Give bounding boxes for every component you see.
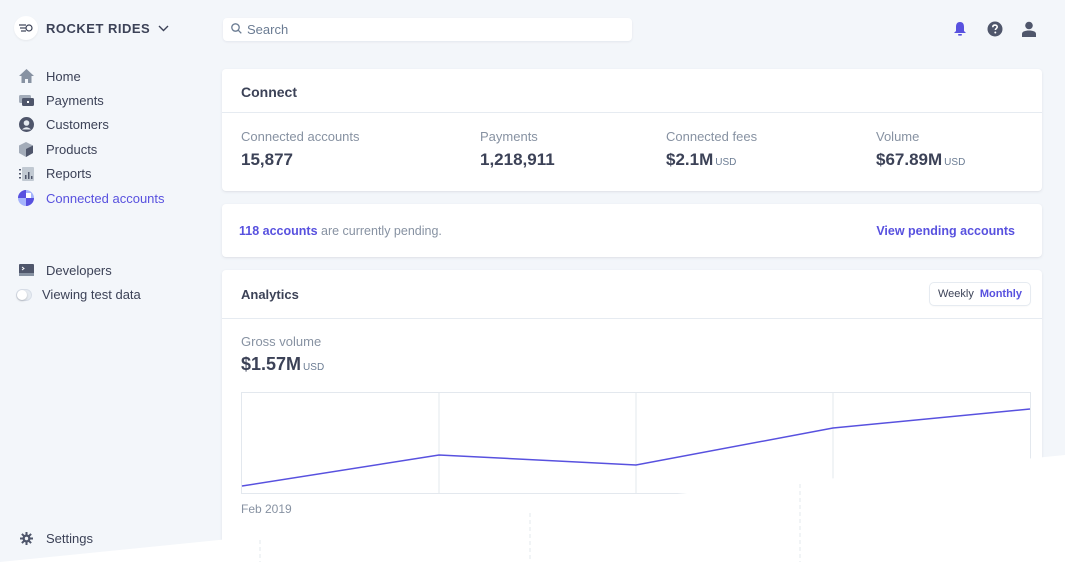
sidebar-item-settings[interactable]: Settings: [18, 526, 93, 550]
search-icon: [231, 21, 242, 39]
stat-value: 1,218,911: [480, 150, 555, 169]
brand-name: ROCKET RIDES: [46, 20, 151, 36]
pending-message: 118 accounts are currently pending.: [239, 224, 442, 238]
reports-icon: [18, 166, 34, 182]
user-icon[interactable]: [1021, 21, 1037, 37]
connect-title: Connect: [222, 69, 1042, 113]
sidebar-item-reports[interactable]: Reports: [18, 162, 165, 186]
connect-card: Connect Connected accounts 15,877 Paymen…: [222, 69, 1042, 191]
primary-nav: Home Payments Customers Products Reports…: [18, 64, 165, 210]
sidebar-item-products[interactable]: Products: [18, 137, 165, 161]
sidebar-item-label: Developers: [46, 262, 112, 278]
stat-payments: Payments 1,218,911: [480, 129, 555, 170]
test-data-toggle[interactable]: Viewing test data: [16, 282, 141, 306]
sidebar-item-payments[interactable]: Payments: [18, 88, 165, 112]
connected-accounts-icon: [18, 190, 34, 207]
x-tick-label: Feb 2019: [241, 502, 292, 516]
stat-value: $67.89M USD: [876, 150, 966, 169]
currency-unit: USD: [944, 157, 966, 168]
pending-text: are currently pending.: [317, 224, 442, 238]
sidebar-item-connected-accounts[interactable]: Connected accounts: [18, 186, 165, 210]
toggle-switch[interactable]: [16, 287, 32, 303]
stat-value: $2.1M USD: [666, 150, 737, 169]
sidebar-item-label: Payments: [46, 93, 104, 109]
view-pending-accounts-link[interactable]: View pending accounts: [876, 224, 1015, 238]
products-icon: [18, 141, 34, 157]
sidebar-item-label: Products: [46, 141, 98, 157]
stat-connected-fees: Connected fees $2.1M USD: [666, 129, 757, 170]
sidebar-item-label: Connected accounts: [46, 190, 165, 206]
rocket-rides-logo-icon: [14, 16, 38, 40]
gear-icon: [18, 530, 34, 546]
analytics-header: Analytics Weekly Monthly: [222, 270, 1042, 319]
pending-count-link[interactable]: 118 accounts: [239, 224, 318, 238]
terminal-icon: [18, 262, 34, 278]
search-input[interactable]: [247, 22, 617, 37]
connect-stats: Connected accounts 15,877 Payments 1,218…: [222, 113, 1042, 191]
currency-unit: USD: [303, 362, 325, 373]
customers-icon: [18, 117, 34, 133]
sidebar-item-home[interactable]: Home: [18, 64, 165, 88]
sidebar-item-label: Home: [46, 68, 81, 84]
analytics-card: Analytics Weekly Monthly Gross volume $1…: [222, 270, 1042, 562]
sidebar-item-label: Settings: [46, 530, 93, 546]
payments-icon: [18, 93, 34, 109]
stat-value: 15,877: [241, 150, 293, 169]
sidebar-item-label: Viewing test data: [42, 287, 141, 303]
stat-label: Payments: [480, 129, 538, 144]
sidebar: ROCKET RIDES Home Payments Customers Pro…: [0, 0, 210, 562]
sidebar-item-label: Customers: [46, 117, 109, 133]
settings-nav: Settings: [18, 526, 93, 550]
home-icon: [18, 68, 34, 84]
chevron-down-icon: [158, 25, 169, 32]
metric-label: Gross volume: [241, 334, 322, 349]
gross-volume-chart: [241, 392, 1031, 494]
metric-value: $1.57M USD: [241, 354, 325, 374]
stat-label: Volume: [876, 129, 920, 144]
sidebar-item-developers[interactable]: Developers: [18, 258, 141, 282]
stat-label: Connected accounts: [241, 129, 360, 144]
stat-label: Connected fees: [666, 129, 758, 144]
account-switcher[interactable]: ROCKET RIDES: [14, 16, 169, 40]
help-icon[interactable]: [987, 21, 1003, 37]
pending-accounts-banner: 118 accounts are currently pending. View…: [222, 204, 1042, 257]
top-bar-actions: [953, 21, 1037, 37]
bell-icon[interactable]: [953, 21, 969, 37]
stat-connected-accounts: Connected accounts 15,877: [241, 129, 360, 170]
period-toggle: Weekly Monthly: [930, 283, 1030, 305]
weekly-tab[interactable]: Weekly: [938, 288, 974, 300]
stat-volume: Volume $67.89M USD: [876, 129, 965, 170]
analytics-title: Analytics: [241, 287, 299, 302]
sidebar-item-customers[interactable]: Customers: [18, 113, 165, 137]
sidebar-item-label: Reports: [46, 166, 92, 182]
currency-unit: USD: [715, 157, 737, 168]
secondary-nav: Developers Viewing test data: [16, 258, 141, 307]
search-bar[interactable]: [223, 18, 632, 41]
monthly-tab[interactable]: Monthly: [980, 288, 1022, 300]
